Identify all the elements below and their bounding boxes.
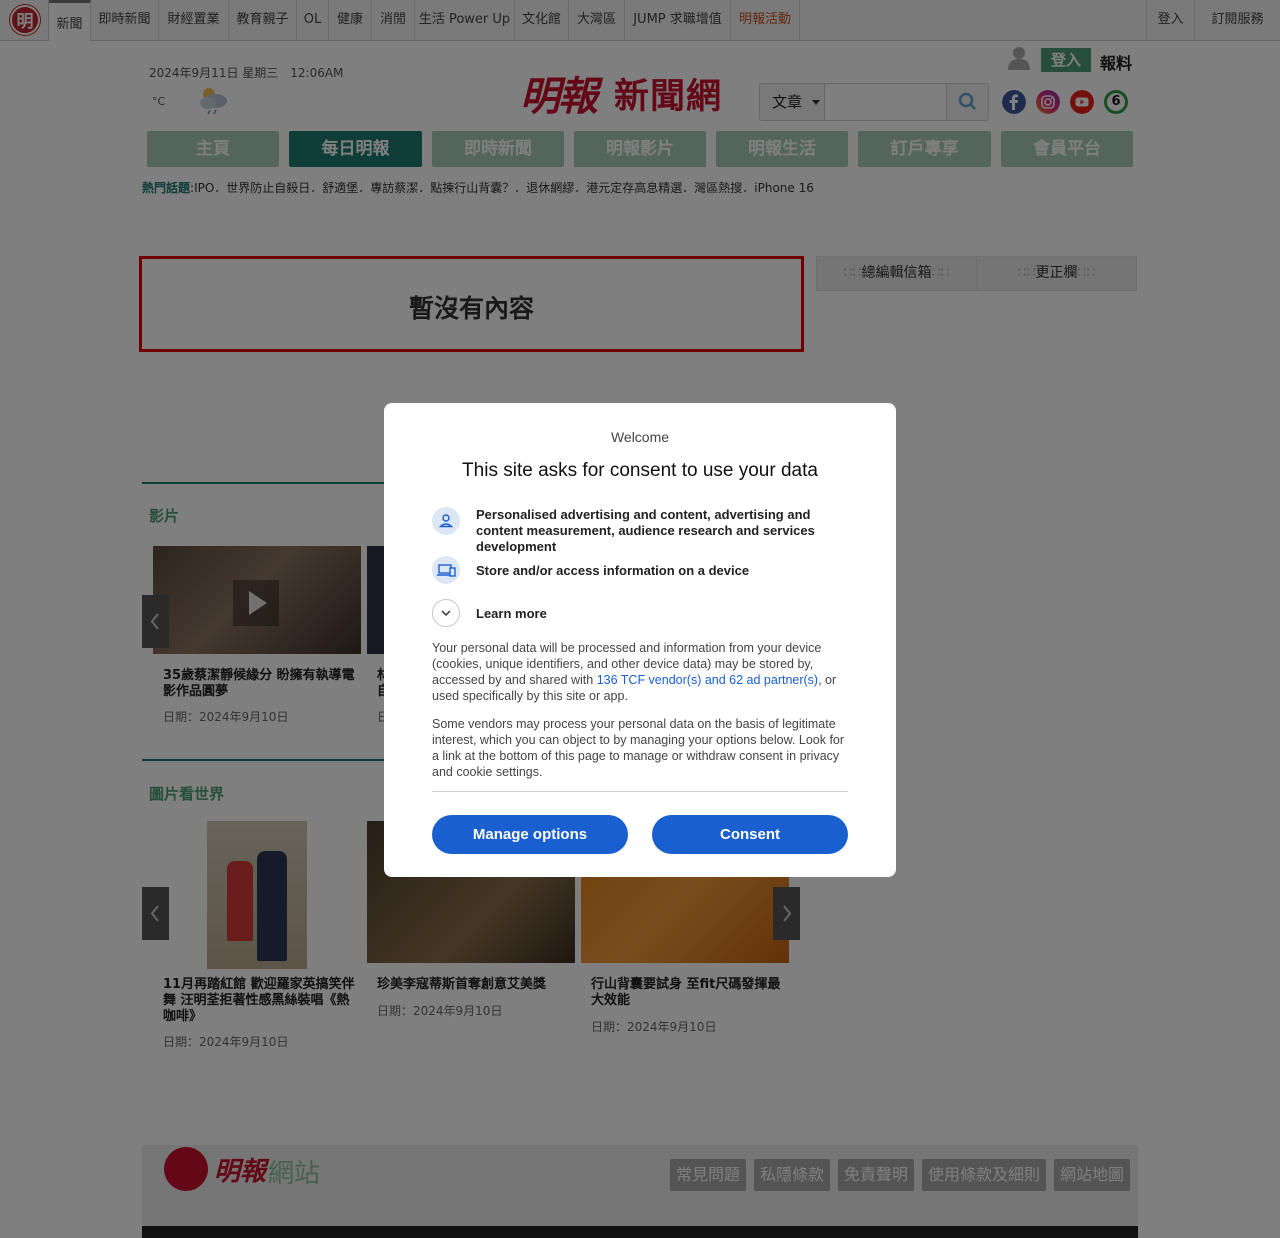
consent-button[interactable]: Consent (652, 815, 848, 854)
consent-dialog: Welcome This site asks for consent to us… (384, 403, 896, 877)
consent-purpose-store-text: Store and/or access information on a dev… (476, 563, 750, 578)
consent-purpose-personalised-text: Personalised advertising and content, ad… (476, 507, 815, 554)
consent-welcome: Welcome (610, 429, 670, 445)
chevron-down-icon (441, 610, 451, 617)
manage-options-button[interactable]: Manage options (432, 815, 628, 854)
consent-divider (432, 791, 848, 792)
person-icon (432, 507, 460, 535)
vendors-link[interactable]: 136 TCF vendor(s) and 62 ad partner(s) (597, 673, 818, 687)
learn-more-toggle[interactable] (432, 599, 460, 627)
consent-paragraph-2: Some vendors may process your personal d… (432, 717, 845, 779)
devices-icon (432, 556, 460, 584)
learn-more-label[interactable]: Learn more (476, 606, 547, 621)
consent-paragraph-1: Your personal data will be processed and… (432, 641, 837, 703)
consent-title: This site asks for consent to use your d… (462, 460, 818, 481)
